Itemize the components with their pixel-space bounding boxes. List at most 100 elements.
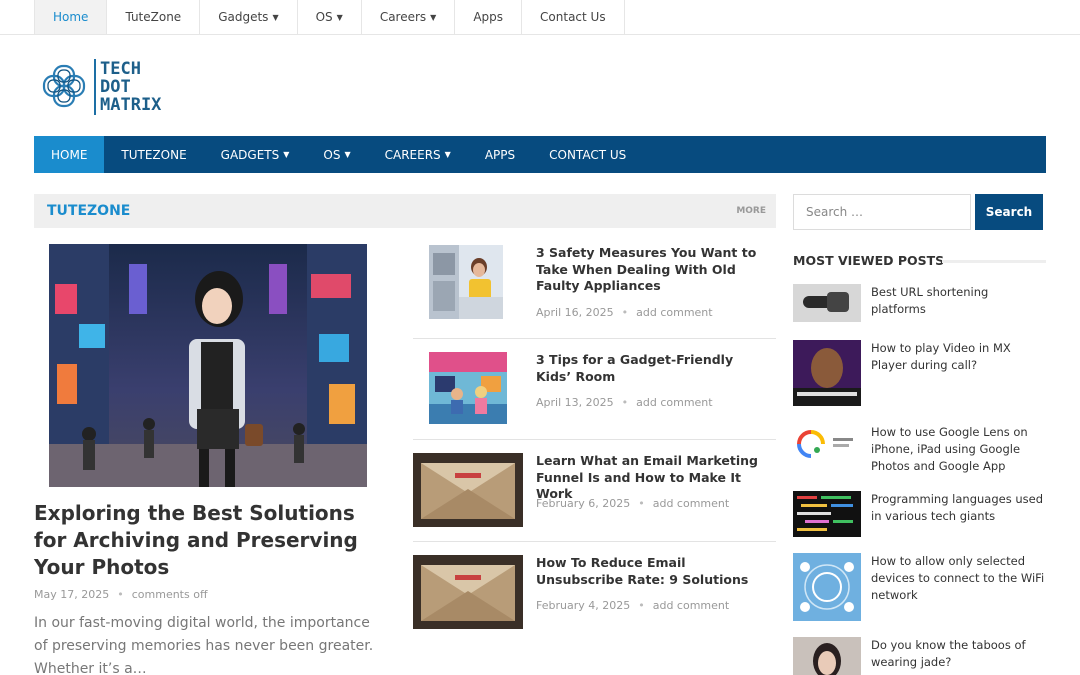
post-thumbnail[interactable] [793, 491, 861, 537]
chevron-down-icon: ▼ [336, 12, 343, 22]
mainnav-label: GADGETS [220, 147, 280, 162]
mainnav-item-os[interactable]: OS ▼ [306, 136, 367, 173]
thumb-illustration [793, 284, 861, 322]
separator-dot: • [638, 497, 645, 510]
thumb-illustration [793, 424, 861, 464]
topnav-item-careers[interactable]: Careers ▼ [362, 0, 456, 34]
most-viewed-link[interactable]: Do you know the taboos of wearing jade? [871, 637, 1046, 671]
post-date: April 13, 2025 [536, 396, 614, 409]
post-thumbnail[interactable] [429, 245, 503, 319]
post-date: February 4, 2025 [536, 599, 631, 612]
most-viewed-item: How to use Google Lens on iPhone, iPad u… [793, 424, 1046, 473]
post-thumbnail[interactable] [793, 424, 861, 464]
mainnav-label: OS [323, 147, 341, 162]
chevron-down-icon: ▼ [272, 12, 279, 22]
post-title[interactable]: 3 Safety Measures You Want to Take When … [536, 245, 772, 295]
separator-dot: • [621, 306, 629, 319]
mainnav-label: HOME [51, 147, 88, 162]
separator-dot: • [621, 396, 629, 409]
post-title[interactable]: Learn What an Email Marketing Funnel Is … [536, 453, 772, 503]
most-viewed-link[interactable]: How to play Video in MX Player during ca… [871, 340, 1046, 374]
topnav-label: Contact Us [540, 10, 606, 24]
separator-dot: • [117, 588, 124, 601]
most-viewed-item: How to allow only selected devices to co… [793, 553, 1046, 621]
post-thumbnail[interactable] [413, 453, 523, 527]
divider [413, 439, 776, 440]
post-meta: April 16, 2025 • add comment [536, 306, 713, 319]
more-link[interactable]: MORE [736, 206, 766, 216]
thumb-illustration [429, 245, 503, 319]
topnav-item-gadgets[interactable]: Gadgets ▼ [200, 0, 298, 34]
top-bar: Home TuteZone Gadgets ▼ OS ▼ Careers ▼ Apps… [0, 0, 1080, 35]
most-viewed-title: MOST VIEWED POSTS [793, 253, 945, 268]
most-viewed-link[interactable]: How to allow only selected devices to co… [871, 553, 1046, 604]
thumb-illustration [793, 340, 861, 406]
post-date: April 16, 2025 [536, 306, 614, 319]
mainnav-label: CAREERS [384, 147, 441, 162]
search-input[interactable] [793, 194, 971, 230]
logo-line: DOT [100, 77, 131, 97]
topnav-item-os[interactable]: OS ▼ [298, 0, 362, 34]
thumb-illustration [413, 453, 523, 527]
post-thumbnail[interactable] [793, 637, 861, 675]
site-logo[interactable]: TECH DOT MATRIX [40, 57, 170, 117]
featured-excerpt: In our fast-moving digital world, the im… [34, 615, 374, 675]
list-item: Learn What an Email Marketing Funnel Is … [413, 453, 776, 527]
post-thumbnail[interactable] [429, 352, 507, 424]
thumb-illustration [793, 553, 861, 621]
post-date: February 6, 2025 [536, 497, 631, 510]
list-item: 3 Tips for a Gadget-Friendly Kids’ Room … [413, 352, 776, 426]
add-comment-link[interactable]: add comment [636, 306, 712, 319]
featured-title[interactable]: Exploring the Best Solutions for Archivi… [34, 500, 384, 581]
mainnav-item-apps[interactable]: APPS [468, 136, 532, 173]
most-viewed-link[interactable]: How to use Google Lens on iPhone, iPad u… [871, 424, 1046, 475]
chevron-down-icon: ▼ [430, 12, 437, 22]
topnav-label: TuteZone [125, 10, 182, 24]
post-thumbnail[interactable] [793, 340, 861, 406]
topnav-item-apps[interactable]: Apps [455, 0, 523, 34]
topnav-item-home[interactable]: Home [35, 0, 108, 34]
search-button[interactable]: Search [975, 194, 1043, 230]
topnav-label: OS [315, 10, 333, 24]
section-title[interactable]: TUTEZONE [47, 203, 130, 219]
thumb-illustration [793, 637, 861, 675]
topnav-label: Apps [473, 10, 504, 24]
logo-line: MATRIX [100, 95, 162, 115]
top-nav: Home TuteZone Gadgets ▼ OS ▼ Careers ▼ Apps… [34, 0, 625, 34]
heading-rule [942, 260, 1046, 263]
add-comment-link[interactable]: add comment [636, 396, 712, 409]
mainnav-item-home[interactable]: HOME [34, 136, 105, 173]
most-viewed-item: Best URL shortening platforms [793, 284, 1046, 322]
mainnav-item-gadgets[interactable]: GADGETS ▼ [204, 136, 307, 173]
most-viewed-item: How to play Video in MX Player during ca… [793, 340, 1046, 406]
divider [413, 541, 776, 542]
mainnav-label: TUTEZONE [121, 147, 187, 162]
most-viewed-link[interactable]: Programming languages used in various te… [871, 491, 1046, 525]
post-meta: February 6, 2025 • add comment [536, 497, 729, 510]
chevron-down-icon: ▼ [444, 150, 451, 159]
topnav-label: Careers [379, 10, 427, 24]
topnav-item-tutezone[interactable]: TuteZone [107, 0, 201, 34]
mainnav-item-tutezone[interactable]: TUTEZONE [104, 136, 203, 173]
post-thumbnail[interactable] [793, 553, 861, 621]
separator-dot: • [638, 599, 645, 612]
post-thumbnail[interactable] [413, 555, 523, 629]
add-comment-link[interactable]: add comment [653, 599, 729, 612]
post-title[interactable]: How To Reduce Email Unsubscribe Rate: 9 … [536, 555, 772, 588]
mainnav-item-contact[interactable]: CONTACT US [532, 136, 643, 173]
main-nav: HOME TUTEZONE GADGETS ▼ OS ▼ CAREERS ▼ APPS… [34, 136, 1046, 173]
post-thumbnail[interactable] [793, 284, 861, 322]
topnav-item-contact[interactable]: Contact Us [522, 0, 625, 34]
most-viewed-link[interactable]: Best URL shortening platforms [871, 284, 1046, 318]
mainnav-item-careers[interactable]: CAREERS ▼ [368, 136, 468, 173]
add-comment-link[interactable]: add comment [653, 497, 729, 510]
featured-image[interactable] [49, 244, 367, 487]
logo-line: TECH [100, 59, 141, 79]
post-title[interactable]: 3 Tips for a Gadget-Friendly Kids’ Room [536, 352, 772, 385]
topnav-label: Home [53, 10, 89, 24]
thumb-illustration [413, 555, 523, 629]
list-item: How To Reduce Email Unsubscribe Rate: 9 … [413, 555, 776, 629]
section-header: TUTEZONE MORE [34, 194, 776, 228]
post-date: May 17, 2025 [34, 588, 110, 601]
chevron-down-icon: ▼ [344, 150, 351, 159]
